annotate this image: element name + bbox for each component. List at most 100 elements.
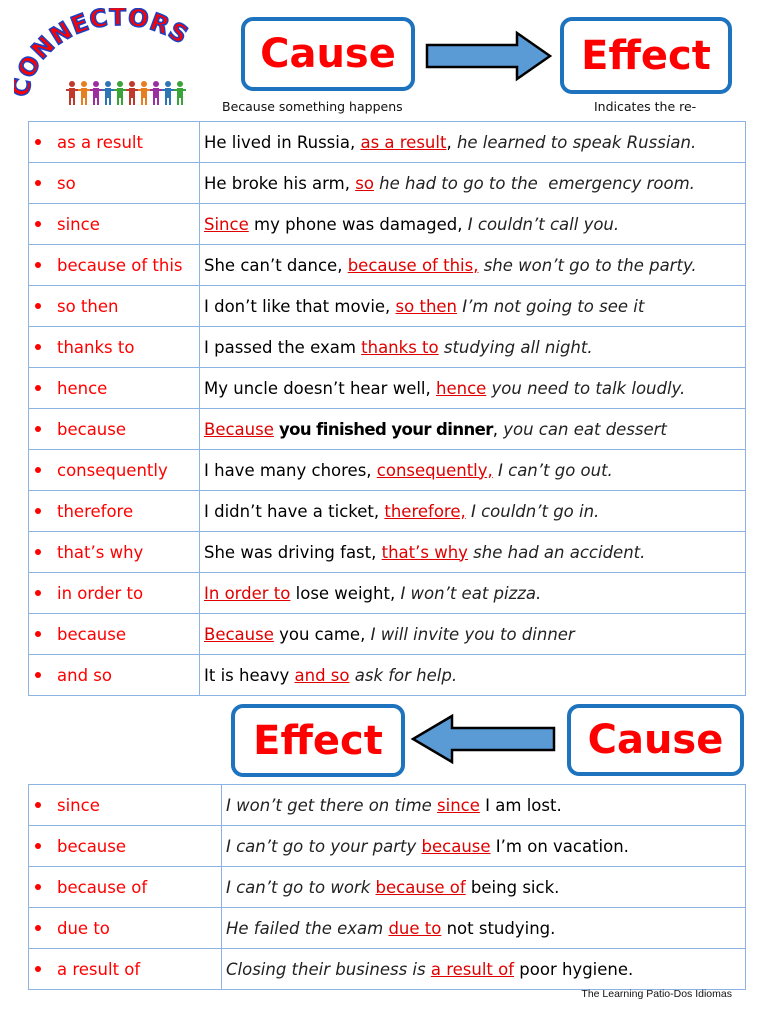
example-sentence-cell: He broke his arm, so he had to go to the…: [199, 162, 746, 204]
clause-text: my phone was damaged,: [248, 214, 468, 234]
connector-label: that’s why: [57, 542, 144, 562]
clause-text: He broke his arm,: [204, 173, 356, 193]
clause-italic: Closing their business is: [226, 959, 431, 979]
bullet-icon: [35, 924, 41, 931]
person-icon: [174, 81, 186, 105]
effect-box-bottom: Effect: [231, 704, 405, 777]
table-row: thanks to I passed the exam thanks to stu…: [28, 326, 746, 368]
table-row: as a result He lived in Russia, as a resu…: [28, 121, 746, 163]
clause-text: I am lost.: [479, 795, 562, 815]
clause-italic: I couldn’t call you.: [467, 214, 620, 234]
connector-cell: because: [28, 408, 200, 450]
bullet-icon: [35, 302, 41, 309]
connector-highlight: as a result: [360, 132, 447, 152]
cause-label: Cause: [260, 31, 396, 77]
connector-label: and so: [57, 665, 112, 685]
cause-caption: Because something happens: [222, 99, 403, 114]
table-row: since I won’t get there on time since I a…: [28, 784, 746, 826]
person-icon: [114, 81, 126, 105]
bullet-icon: [35, 425, 41, 432]
table-row: because of I can’t go to work because of …: [28, 866, 746, 908]
connector-label: because: [57, 624, 127, 644]
cause-label: Cause: [587, 717, 724, 763]
connector-highlight: due to: [388, 918, 442, 938]
bullet-icon: [35, 466, 41, 473]
example-sentence-cell: Because you finished your dinner, you ca…: [199, 408, 746, 450]
connector-highlight: since: [437, 795, 480, 815]
effect-label: Effect: [581, 32, 711, 79]
example-sentence-cell: She can’t dance, because of this, she wo…: [199, 244, 746, 286]
connector-cell: consequently: [28, 449, 200, 491]
person-icon: [102, 81, 114, 105]
clause-text: poor hygiene.: [514, 959, 634, 979]
connector-label: a result of: [57, 959, 141, 979]
example-sentence-cell: I have many chores, consequently, I can’…: [199, 449, 746, 491]
clause-text: She can’t dance,: [204, 255, 348, 275]
clause-text: you finished your dinner: [273, 419, 493, 439]
cause-box-bottom: Cause: [567, 704, 744, 776]
connector-label: as a result: [57, 132, 143, 152]
clause-italic: I won’t eat pizza.: [400, 583, 542, 603]
connector-label: so: [57, 173, 76, 193]
left-arrow-icon: [410, 713, 556, 765]
connector-highlight: so: [355, 173, 374, 193]
clause-text: ,: [446, 132, 457, 152]
clause-text: not studying.: [441, 918, 556, 938]
effect-label: Effect: [253, 717, 383, 764]
example-sentence-cell: Because you came, I will invite you to d…: [199, 613, 746, 655]
bullet-icon: [35, 965, 41, 972]
table-row: because Because you came, I will invite y…: [28, 613, 746, 655]
cause-effect-table: as a result He lived in Russia, as a resu…: [28, 121, 746, 696]
connector-cell: as a result: [28, 121, 200, 163]
connector-highlight: Because: [204, 624, 274, 644]
clause-italic: studying all night.: [438, 337, 593, 357]
connector-label: since: [57, 214, 100, 234]
connector-label: because: [57, 419, 127, 439]
example-sentence-cell: He failed the exam due to not studying.: [221, 907, 746, 949]
clause-text: My uncle doesn’t hear well,: [204, 378, 436, 398]
table-row: therefore I didn’t have a ticket, therefo…: [28, 490, 746, 532]
table-row: because Because you finished your dinner,…: [28, 408, 746, 450]
effect-box-top: Effect: [560, 17, 732, 94]
clause-text: ,: [492, 419, 504, 439]
clause-italic: ask for help.: [349, 665, 458, 685]
example-sentence-cell: I didn’t have a ticket, therefore, I cou…: [199, 490, 746, 532]
table-row: hence My uncle doesn’t hear well, hence y…: [28, 367, 746, 409]
table-row: in order to In order to lose weight, I wo…: [28, 572, 746, 614]
connector-cell: in order to: [28, 572, 200, 614]
connector-cell: hence: [28, 367, 200, 409]
bullet-icon: [35, 671, 41, 678]
bullet-icon: [35, 589, 41, 596]
table-row: due to He failed the exam due to not stud…: [28, 907, 746, 949]
example-sentence-cell: He lived in Russia, as a result, he lear…: [199, 121, 746, 163]
connector-cell: that’s why: [28, 531, 200, 573]
connector-label: therefore: [57, 501, 134, 521]
example-sentence-cell: Closing their business is a result of po…: [221, 948, 746, 990]
bullet-icon: [35, 548, 41, 555]
clause-italic: I can’t go to your party: [226, 836, 422, 856]
connector-cell: therefore: [28, 490, 200, 532]
clause-italic: He failed the exam: [226, 918, 389, 938]
table-row: so then I don’t like that movie, so then …: [28, 285, 746, 327]
bullet-icon: [35, 138, 41, 145]
table-row: consequently I have many chores, conseque…: [28, 449, 746, 491]
person-icon: [78, 81, 90, 105]
example-sentence-cell: I passed the exam thanks to studying all…: [199, 326, 746, 368]
connector-cell: so then: [28, 285, 200, 327]
clause-italic: I’m not going to see it: [457, 296, 645, 316]
example-sentence-cell: She was driving fast, that’s why she had…: [199, 531, 746, 573]
clause-text: I didn’t have a ticket,: [204, 501, 385, 521]
footer-credit: The Learning Patio-Dos Idiomas: [581, 988, 732, 1000]
table-row: because of this She can’t dance, because …: [28, 244, 746, 286]
connector-label: due to: [57, 918, 110, 938]
person-icon: [138, 81, 150, 105]
connector-highlight: a result of: [430, 959, 515, 979]
clause-italic: you can eat dessert: [503, 419, 667, 439]
table-row: since Since my phone was damaged, I could…: [28, 203, 746, 245]
clause-italic: she had an accident.: [467, 542, 646, 562]
connector-cell: because: [28, 825, 222, 867]
clause-italic: I won’t get there on time: [226, 795, 438, 815]
clause-italic: she won’t go to the party.: [478, 255, 697, 275]
table-row: a result of Closing their business is a r…: [28, 948, 746, 990]
example-sentence-cell: It is heavy and so ask for help.: [199, 654, 746, 696]
